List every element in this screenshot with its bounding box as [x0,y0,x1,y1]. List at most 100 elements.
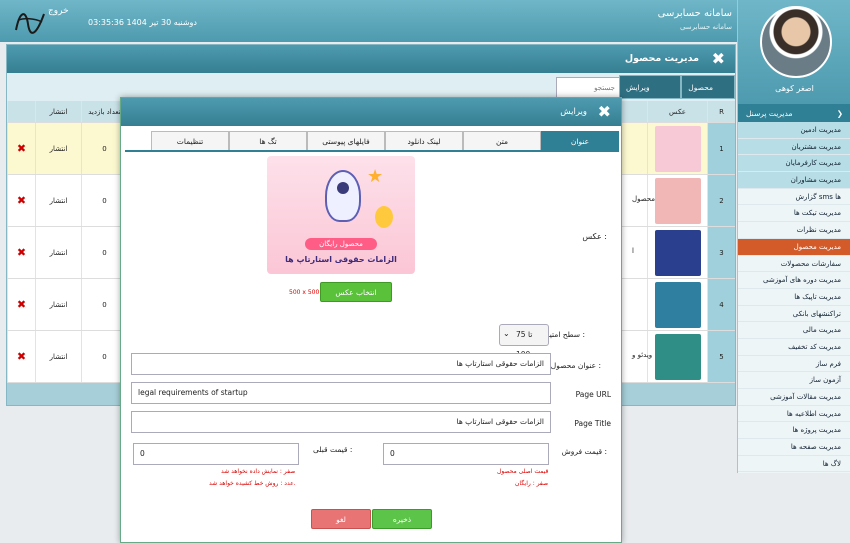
col-publish: انتشار [35,101,81,122]
sidebar-item[interactable]: لاگ ها [738,456,850,473]
sidebar-item[interactable]: تراکنشهای بانکی [738,306,850,323]
rocket-icon [325,170,361,222]
preview-title: الزامات حقوقی استارتاپ ها [285,255,397,264]
logo-icon [15,13,45,34]
col-r: R [707,101,735,122]
thumbnail-image [654,229,701,276]
row-thumbnail [647,175,707,226]
prev-price-label: قیمت قبلی : [313,445,353,454]
product-title-input[interactable]: الزامات حقوقی استارتاپ ها [131,353,551,375]
sidebar-item[interactable]: مدیریت تاپیک ها [738,289,850,306]
sidebar-item[interactable]: مدیریت محصول [738,238,850,256]
save-button[interactable]: ذخیره [372,509,432,529]
row-publish[interactable]: انتشار [35,227,81,278]
tab-5[interactable]: تنظیمات [151,131,229,150]
row-publish[interactable]: انتشار [35,175,81,226]
thumbnail-image [654,125,701,172]
sidebar-item[interactable]: گزارش sms ها [738,189,850,206]
menu-head-label: مدیریت پرسنل [746,108,793,118]
delete-icon[interactable]: ✖ [7,279,35,330]
logout-link[interactable]: خروج [48,6,69,16]
sidebar-item[interactable]: مدیریت تیکت ها [738,205,850,223]
panel-title: مدیریت محصول [624,53,699,64]
row-publish[interactable]: انتشار [35,123,81,174]
prev-price-note-1: صفر : نمایش داده نخواهد شد [221,468,296,475]
star-icon: ★ [367,166,384,187]
sidebar-item[interactable]: مدیریت نظرات [738,222,850,239]
row-thumbnail [647,227,707,278]
chevron-right-icon: ❯ [836,108,843,118]
prev-price-note-2: عدد : روش خط کشیده خواهد شد. [209,480,296,487]
close-icon[interactable]: ✖ [712,49,725,68]
tab-divider [125,150,619,152]
menu-head-personnel[interactable]: مدیریت پرسنل ❯ [738,104,850,122]
panel-toolbar: ویرایش محصول محصول جدید [619,75,735,116]
search-input[interactable] [556,77,620,99]
row-publish[interactable]: انتشار [35,279,81,330]
sidebar-item[interactable]: مدیریت مالی [738,322,850,339]
sidebar-item[interactable]: مدیریت کارفرمایان [738,155,850,173]
avatar [760,6,832,78]
sidebar-item[interactable]: مدیریت کد تخفیف [738,339,850,356]
modal-header: ویرایش ✖ [121,98,621,126]
sidebar-menu: مدیریت ادمین مدیریت مشتریان مدیریت کارفرما… [738,122,850,473]
tab-2[interactable]: لینک دانلود [385,131,463,150]
page-title-label: Page Title [574,419,611,428]
panel-header: مدیریت محصول ✖ [7,45,735,73]
row-title: محصول [632,195,656,203]
row-publish[interactable]: انتشار [35,331,81,382]
col-delete [7,101,35,122]
sidebar-item[interactable]: فرم ساز [738,356,850,373]
edit-product-button[interactable]: ویرایش محصول [619,75,682,116]
delete-icon[interactable]: ✖ [7,331,35,382]
sidebar-item[interactable]: آزمون ساز [738,372,850,389]
thumbnail-image [654,177,701,224]
thumbnail-image [654,281,701,328]
delete-icon[interactable]: ✖ [7,123,35,174]
image-size-hint: 500 x 500 [289,289,320,296]
delete-icon[interactable]: ✖ [7,175,35,226]
level-label: سطح امتیاز : [543,330,585,339]
row-number: 3 [707,227,735,278]
sidebar-item[interactable]: مدیریت مشاوران [738,172,850,189]
new-product-button[interactable]: محصول جدید [681,75,735,116]
tab-0[interactable]: عنوان [541,131,619,150]
choose-image-button[interactable]: انتخاب عکس [320,282,392,302]
sidebar-item[interactable]: مدیریت دوره های آموزشی [738,272,850,289]
sidebar-item[interactable]: مدیریت مشتریان [738,138,850,156]
delete-icon[interactable]: ✖ [7,227,35,278]
sidebar-item[interactable]: مدیریت مقالات آموزشی [738,389,850,406]
tab-4[interactable]: تگ ها [229,131,307,150]
page-url-label: Page URL [575,390,611,399]
tab-1[interactable]: متن [463,131,541,150]
row-thumbnail [647,279,707,330]
row-number: 4 [707,279,735,330]
page-url-input[interactable]: legal requirements of startup [131,382,551,404]
sidebar-item[interactable]: مدیریت صفحه ها [738,439,850,456]
price-note-1: قیمت اصلی محصول [497,468,549,475]
sidebar-item[interactable]: مدیریت پروژه ها [738,422,850,440]
sidebar-item[interactable]: مدیریت ادمین [738,122,850,139]
row-number: 5 [707,331,735,382]
modal-close-icon[interactable]: ✖ [598,102,611,121]
sidebar: اصغر کوهی مدیریت پرسنل ❯ مدیریت ادمین مدی… [737,0,850,473]
top-bar: سامانه حسابرسی سامانه حسابرسی دوشنبه 30 … [0,0,850,42]
sale-price-input[interactable]: 0 [383,443,549,465]
cancel-button[interactable]: لغو [311,509,371,529]
modal-tabs: عنوان متن لینک دانلود فایلهای پیوستی تگ ها تن… [151,131,619,150]
image-label: عکس : [582,232,607,241]
col-image: عکس [647,101,707,122]
page-title-input[interactable]: الزامات حقوقی استارتاپ ها [131,411,551,433]
row-number: 1 [707,123,735,174]
bulb-icon [375,206,393,228]
row-thumbnail [647,123,707,174]
tab-3[interactable]: فایلهای پیوستی [307,131,385,150]
row-number: 2 [707,175,735,226]
prev-price-input[interactable]: 0 [133,443,299,465]
sidebar-item[interactable]: سفارشات محصولات [738,256,850,273]
row-title: ا [632,247,634,255]
row-title: ویدئو و [632,351,653,359]
sidebar-item[interactable]: مدیریت اطلاعیه ها [738,406,850,423]
row-thumbnail [647,331,707,382]
chevron-down-icon: ⌄ [503,329,510,338]
